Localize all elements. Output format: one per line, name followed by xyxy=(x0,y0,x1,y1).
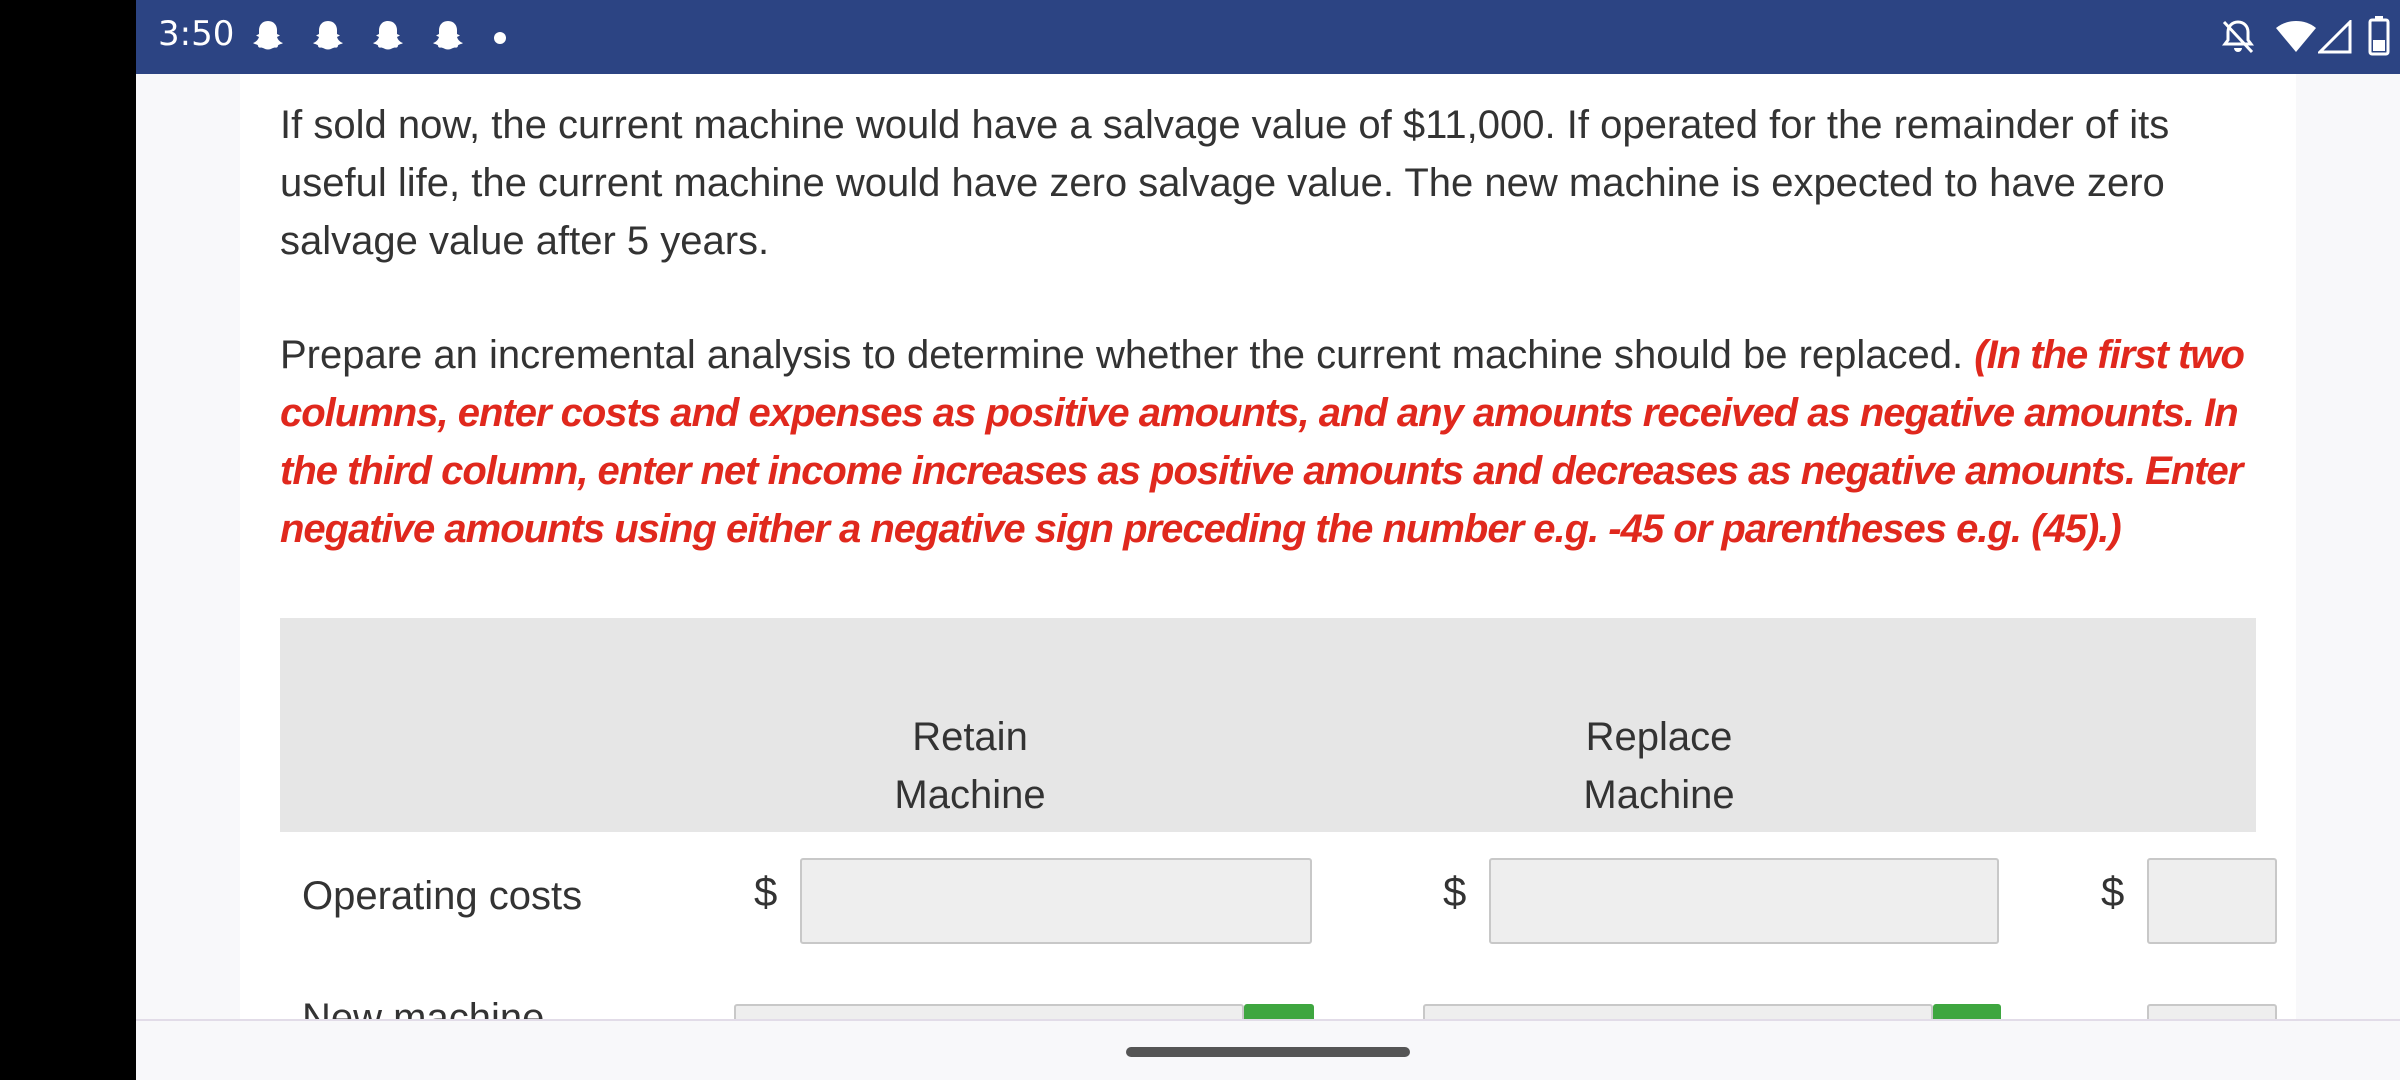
retain-new-machine-select[interactable] xyxy=(734,1004,1244,1019)
snapchat-icon xyxy=(433,21,463,50)
wifi-icon xyxy=(2276,21,2316,52)
problem-description: If sold now, the current machine would h… xyxy=(280,103,2170,263)
more-notifications-dot xyxy=(494,32,506,44)
column-header-line: Replace xyxy=(1585,715,1733,759)
left-black-bar xyxy=(0,0,136,1080)
instructions-text: Prepare an incremental analysis to deter… xyxy=(280,333,1975,377)
replace-new-machine-select[interactable] xyxy=(1423,1004,1933,1019)
retain-new-machine-select-button[interactable] xyxy=(1244,1004,1314,1019)
currency-symbol: $ xyxy=(2101,868,2125,915)
row-label-new-machine: New machine xyxy=(302,996,545,1019)
snapchat-icon xyxy=(253,21,283,50)
snapchat-icon xyxy=(313,21,343,50)
signal-icon xyxy=(2318,20,2352,54)
column-header-line: Machine xyxy=(894,773,1046,817)
currency-symbol: $ xyxy=(754,868,778,915)
home-gesture-handle[interactable] xyxy=(1126,1047,1410,1057)
column-header-line: Machine xyxy=(1583,773,1735,817)
question-page: If sold now, the current machine would h… xyxy=(240,74,2296,1019)
content-area: If sold now, the current machine would h… xyxy=(136,74,2400,1019)
column-header-replace: Replace Machine xyxy=(1489,708,1829,824)
currency-symbol: $ xyxy=(1443,868,1467,915)
replace-operating-costs-input[interactable] xyxy=(1489,858,1999,944)
column-header-retain: Retain Machine xyxy=(800,708,1140,824)
net-income-new-machine-input[interactable] xyxy=(2147,1004,2277,1019)
notifications-off-icon xyxy=(2222,20,2254,54)
snapchat-icon xyxy=(373,21,403,50)
replace-new-machine-select-button[interactable] xyxy=(1933,1004,2001,1019)
column-header-line: Retain xyxy=(912,715,1028,759)
net-income-operating-costs-input[interactable] xyxy=(2147,858,2277,944)
instructions-paragraph: Prepare an incremental analysis to deter… xyxy=(280,326,2280,558)
status-bar: 3:50 xyxy=(136,0,2400,74)
table-header: Retain Machine Replace Machine xyxy=(280,618,2256,832)
status-right-icons xyxy=(2200,0,2400,74)
navigation-bar xyxy=(136,1019,2400,1080)
battery-icon xyxy=(2368,16,2390,56)
retain-operating-costs-input[interactable] xyxy=(800,858,1312,944)
row-label-operating-costs: Operating costs xyxy=(302,874,583,918)
status-time: 3:50 xyxy=(158,14,235,54)
